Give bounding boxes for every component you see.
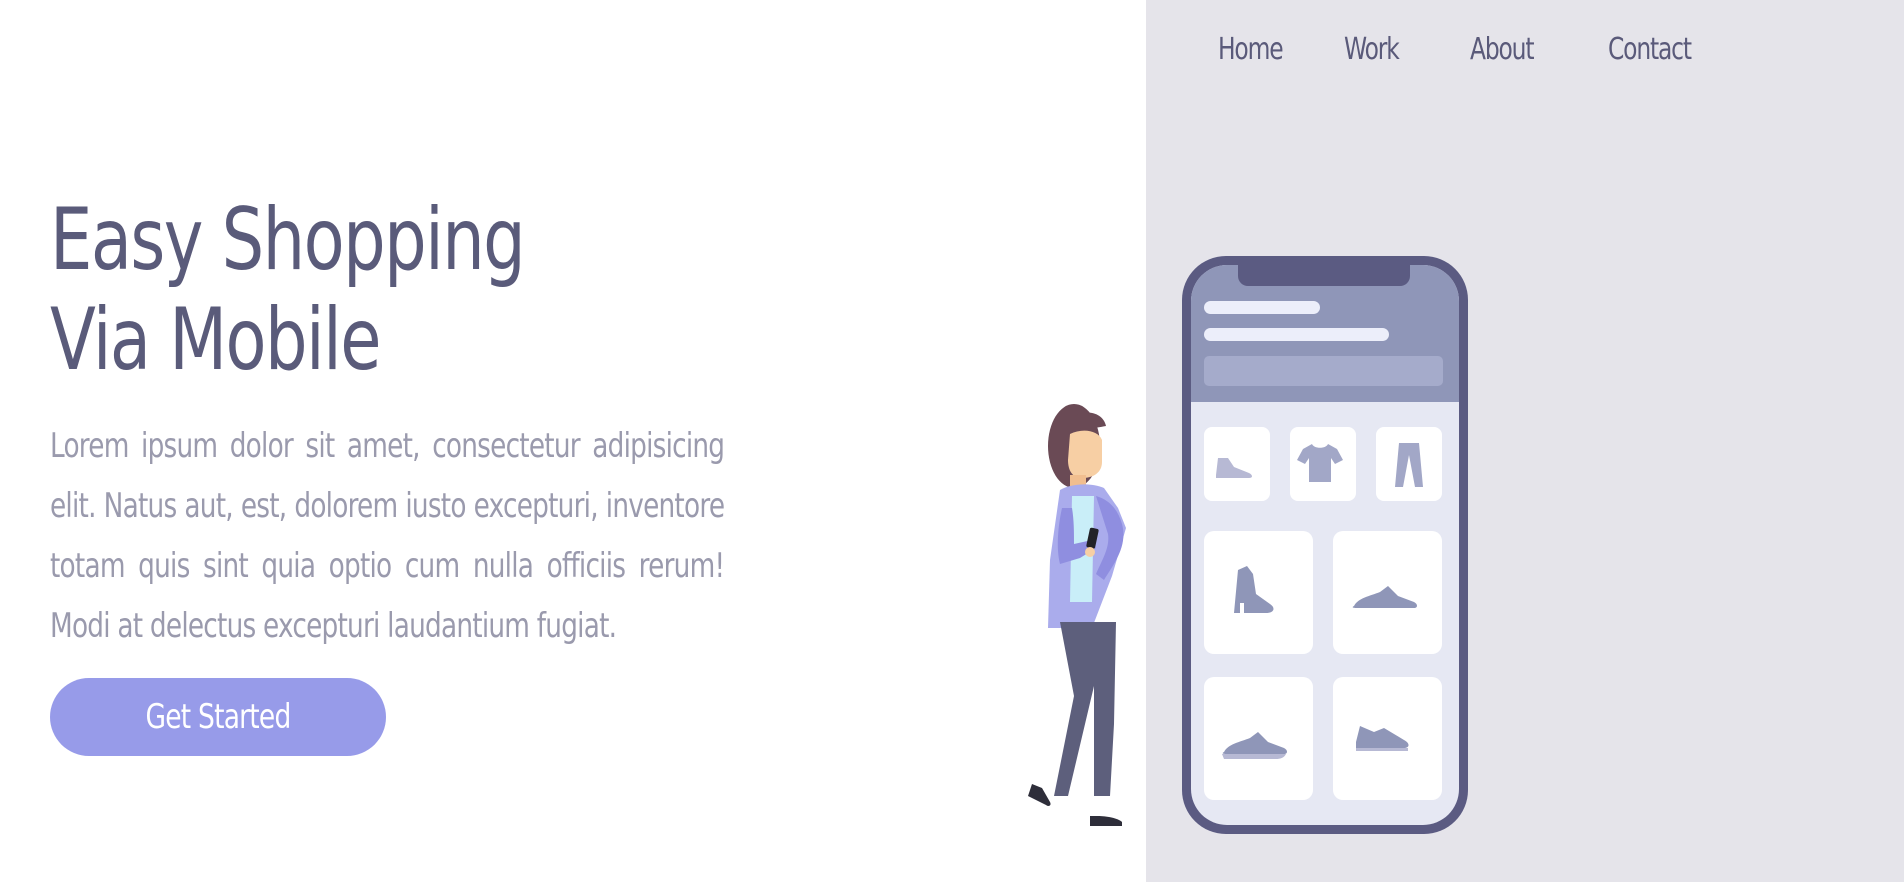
hero-title: Easy Shopping Via Mobile: [50, 190, 526, 390]
nav-home[interactable]: Home: [1218, 32, 1284, 67]
nav-contact[interactable]: Contact: [1608, 32, 1692, 67]
get-started-label: Get Started: [145, 697, 291, 737]
main-nav: Home Work About Contact: [1218, 32, 1708, 67]
hero-description: Lorem ipsum dolor sit amet, consectetur …: [50, 426, 725, 646]
phone-illustration: [1182, 256, 1468, 834]
woman-illustration: [1028, 404, 1126, 826]
shopping-illustration: [1028, 256, 1468, 834]
hero-title-line-1: Easy Shopping: [50, 190, 526, 290]
hero-title-line-2: Via Mobile: [50, 290, 381, 390]
nav-work[interactable]: Work: [1344, 32, 1400, 67]
nav-about[interactable]: About: [1470, 32, 1535, 67]
get-started-button[interactable]: Get Started: [50, 678, 386, 756]
